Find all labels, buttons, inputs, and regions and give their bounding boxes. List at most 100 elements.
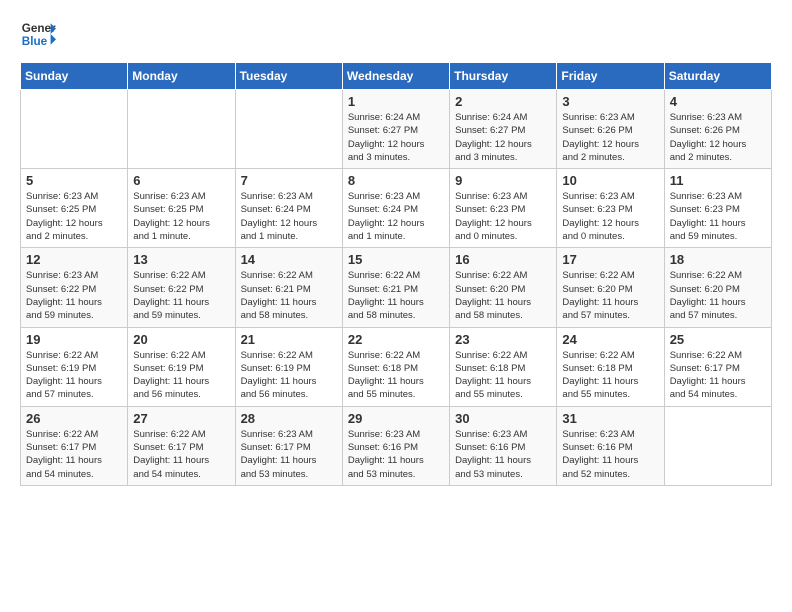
day-number: 6	[133, 173, 229, 188]
calendar-cell: 13Sunrise: 6:22 AM Sunset: 6:22 PM Dayli…	[128, 248, 235, 327]
calendar-cell: 6 Sunrise: 6:23 AM Sunset: 6:25 PM Daylig…	[128, 169, 235, 248]
day-info: Sunrise: 6:22 AM Sunset: 6:17 PM Dayligh…	[26, 428, 122, 481]
day-info: Sunrise: 6:22 AM Sunset: 6:20 PM Dayligh…	[562, 269, 658, 322]
day-number: 17	[562, 252, 658, 267]
calendar-cell: 9Sunrise: 6:23 AM Sunset: 6:23 PM Daylig…	[450, 169, 557, 248]
day-number: 22	[348, 332, 444, 347]
week-row-5: 26 Sunrise: 6:22 AM Sunset: 6:17 PM Dayli…	[21, 406, 772, 485]
calendar-cell: 10 Sunrise: 6:23 AM Sunset: 6:23 PM Dayli…	[557, 169, 664, 248]
weekday-header-sunday: Sunday	[21, 63, 128, 90]
day-number: 2	[455, 94, 551, 109]
logo: General Blue	[20, 16, 58, 52]
day-info: Sunrise: 6:22 AM Sunset: 6:22 PM Dayligh…	[133, 269, 229, 322]
day-number: 7	[241, 173, 337, 188]
calendar-cell: 25Sunrise: 6:22 AM Sunset: 6:17 PM Dayli…	[664, 327, 771, 406]
calendar-cell: 24 Sunrise: 6:22 AM Sunset: 6:18 PM Dayli…	[557, 327, 664, 406]
calendar-cell: 12 Sunrise: 6:23 AM Sunset: 6:22 PM Dayli…	[21, 248, 128, 327]
calendar-cell: 26 Sunrise: 6:22 AM Sunset: 6:17 PM Dayli…	[21, 406, 128, 485]
calendar-cell	[128, 90, 235, 169]
day-info: Sunrise: 6:23 AM Sunset: 6:24 PM Dayligh…	[241, 190, 337, 243]
day-info: Sunrise: 6:23 AM Sunset: 6:16 PM Dayligh…	[455, 428, 551, 481]
day-info: Sunrise: 6:23 AM Sunset: 6:24 PM Dayligh…	[348, 190, 444, 243]
day-info: Sunrise: 6:23 AM Sunset: 6:25 PM Dayligh…	[133, 190, 229, 243]
weekday-header-row: SundayMondayTuesdayWednesdayThursdayFrid…	[21, 63, 772, 90]
day-number: 27	[133, 411, 229, 426]
calendar-cell: 28Sunrise: 6:23 AM Sunset: 6:17 PM Dayli…	[235, 406, 342, 485]
calendar-cell: 5 Sunrise: 6:23 AM Sunset: 6:25 PM Daylig…	[21, 169, 128, 248]
day-info: Sunrise: 6:24 AM Sunset: 6:27 PM Dayligh…	[348, 111, 444, 164]
week-row-4: 19 Sunrise: 6:22 AM Sunset: 6:19 PM Dayli…	[21, 327, 772, 406]
day-number: 15	[348, 252, 444, 267]
day-number: 24	[562, 332, 658, 347]
day-number: 9	[455, 173, 551, 188]
calendar-cell	[21, 90, 128, 169]
day-info: Sunrise: 6:22 AM Sunset: 6:21 PM Dayligh…	[348, 269, 444, 322]
day-number: 14	[241, 252, 337, 267]
day-info: Sunrise: 6:23 AM Sunset: 6:16 PM Dayligh…	[562, 428, 658, 481]
day-number: 21	[241, 332, 337, 347]
day-number: 25	[670, 332, 766, 347]
day-info: Sunrise: 6:22 AM Sunset: 6:19 PM Dayligh…	[133, 349, 229, 402]
calendar-cell	[664, 406, 771, 485]
day-info: Sunrise: 6:22 AM Sunset: 6:18 PM Dayligh…	[455, 349, 551, 402]
day-info: Sunrise: 6:22 AM Sunset: 6:19 PM Dayligh…	[241, 349, 337, 402]
day-info: Sunrise: 6:23 AM Sunset: 6:16 PM Dayligh…	[348, 428, 444, 481]
calendar-cell: 15 Sunrise: 6:22 AM Sunset: 6:21 PM Dayli…	[342, 248, 449, 327]
calendar-cell: 30 Sunrise: 6:23 AM Sunset: 6:16 PM Dayli…	[450, 406, 557, 485]
day-number: 1	[348, 94, 444, 109]
calendar-cell: 19 Sunrise: 6:22 AM Sunset: 6:19 PM Dayli…	[21, 327, 128, 406]
calendar-cell	[235, 90, 342, 169]
day-number: 4	[670, 94, 766, 109]
page: General Blue SundayMondayTuesdayWednesda…	[0, 0, 792, 502]
day-number: 8	[348, 173, 444, 188]
calendar-cell: 31 Sunrise: 6:23 AM Sunset: 6:16 PM Dayli…	[557, 406, 664, 485]
day-number: 18	[670, 252, 766, 267]
day-number: 20	[133, 332, 229, 347]
calendar-cell: 18 Sunrise: 6:22 AM Sunset: 6:20 PM Dayli…	[664, 248, 771, 327]
week-row-2: 5 Sunrise: 6:23 AM Sunset: 6:25 PM Daylig…	[21, 169, 772, 248]
day-info: Sunrise: 6:23 AM Sunset: 6:23 PM Dayligh…	[670, 190, 766, 243]
calendar-cell: 11 Sunrise: 6:23 AM Sunset: 6:23 PM Dayli…	[664, 169, 771, 248]
day-info: Sunrise: 6:23 AM Sunset: 6:26 PM Dayligh…	[562, 111, 658, 164]
day-info: Sunrise: 6:22 AM Sunset: 6:18 PM Dayligh…	[348, 349, 444, 402]
weekday-header-friday: Friday	[557, 63, 664, 90]
day-number: 3	[562, 94, 658, 109]
day-info: Sunrise: 6:24 AM Sunset: 6:27 PM Dayligh…	[455, 111, 551, 164]
day-number: 19	[26, 332, 122, 347]
day-info: Sunrise: 6:22 AM Sunset: 6:18 PM Dayligh…	[562, 349, 658, 402]
day-info: Sunrise: 6:22 AM Sunset: 6:19 PM Dayligh…	[26, 349, 122, 402]
day-number: 11	[670, 173, 766, 188]
calendar-cell: 23 Sunrise: 6:22 AM Sunset: 6:18 PM Dayli…	[450, 327, 557, 406]
day-number: 12	[26, 252, 122, 267]
calendar-cell: 7 Sunrise: 6:23 AM Sunset: 6:24 PM Daylig…	[235, 169, 342, 248]
calendar-cell: 14Sunrise: 6:22 AM Sunset: 6:21 PM Dayli…	[235, 248, 342, 327]
weekday-header-saturday: Saturday	[664, 63, 771, 90]
day-number: 26	[26, 411, 122, 426]
day-info: Sunrise: 6:23 AM Sunset: 6:23 PM Dayligh…	[562, 190, 658, 243]
day-number: 29	[348, 411, 444, 426]
calendar-cell: 29 Sunrise: 6:23 AM Sunset: 6:16 PM Dayli…	[342, 406, 449, 485]
week-row-1: 1 Sunrise: 6:24 AM Sunset: 6:27 PM Daylig…	[21, 90, 772, 169]
day-info: Sunrise: 6:23 AM Sunset: 6:22 PM Dayligh…	[26, 269, 122, 322]
day-info: Sunrise: 6:22 AM Sunset: 6:17 PM Dayligh…	[133, 428, 229, 481]
day-info: Sunrise: 6:22 AM Sunset: 6:20 PM Dayligh…	[670, 269, 766, 322]
calendar-cell: 22 Sunrise: 6:22 AM Sunset: 6:18 PM Dayli…	[342, 327, 449, 406]
day-info: Sunrise: 6:23 AM Sunset: 6:25 PM Dayligh…	[26, 190, 122, 243]
calendar-cell: 8 Sunrise: 6:23 AM Sunset: 6:24 PM Daylig…	[342, 169, 449, 248]
day-number: 10	[562, 173, 658, 188]
week-row-3: 12 Sunrise: 6:23 AM Sunset: 6:22 PM Dayli…	[21, 248, 772, 327]
weekday-header-thursday: Thursday	[450, 63, 557, 90]
generalblue-logo-icon: General Blue	[20, 16, 56, 52]
day-number: 31	[562, 411, 658, 426]
day-number: 16	[455, 252, 551, 267]
header: General Blue	[20, 16, 772, 52]
day-number: 23	[455, 332, 551, 347]
calendar-cell: 20 Sunrise: 6:22 AM Sunset: 6:19 PM Dayli…	[128, 327, 235, 406]
weekday-header-monday: Monday	[128, 63, 235, 90]
day-number: 30	[455, 411, 551, 426]
day-number: 5	[26, 173, 122, 188]
svg-text:Blue: Blue	[22, 35, 48, 48]
calendar-cell: 21 Sunrise: 6:22 AM Sunset: 6:19 PM Dayli…	[235, 327, 342, 406]
calendar-cell: 3 Sunrise: 6:23 AM Sunset: 6:26 PM Daylig…	[557, 90, 664, 169]
calendar-cell: 27 Sunrise: 6:22 AM Sunset: 6:17 PM Dayli…	[128, 406, 235, 485]
